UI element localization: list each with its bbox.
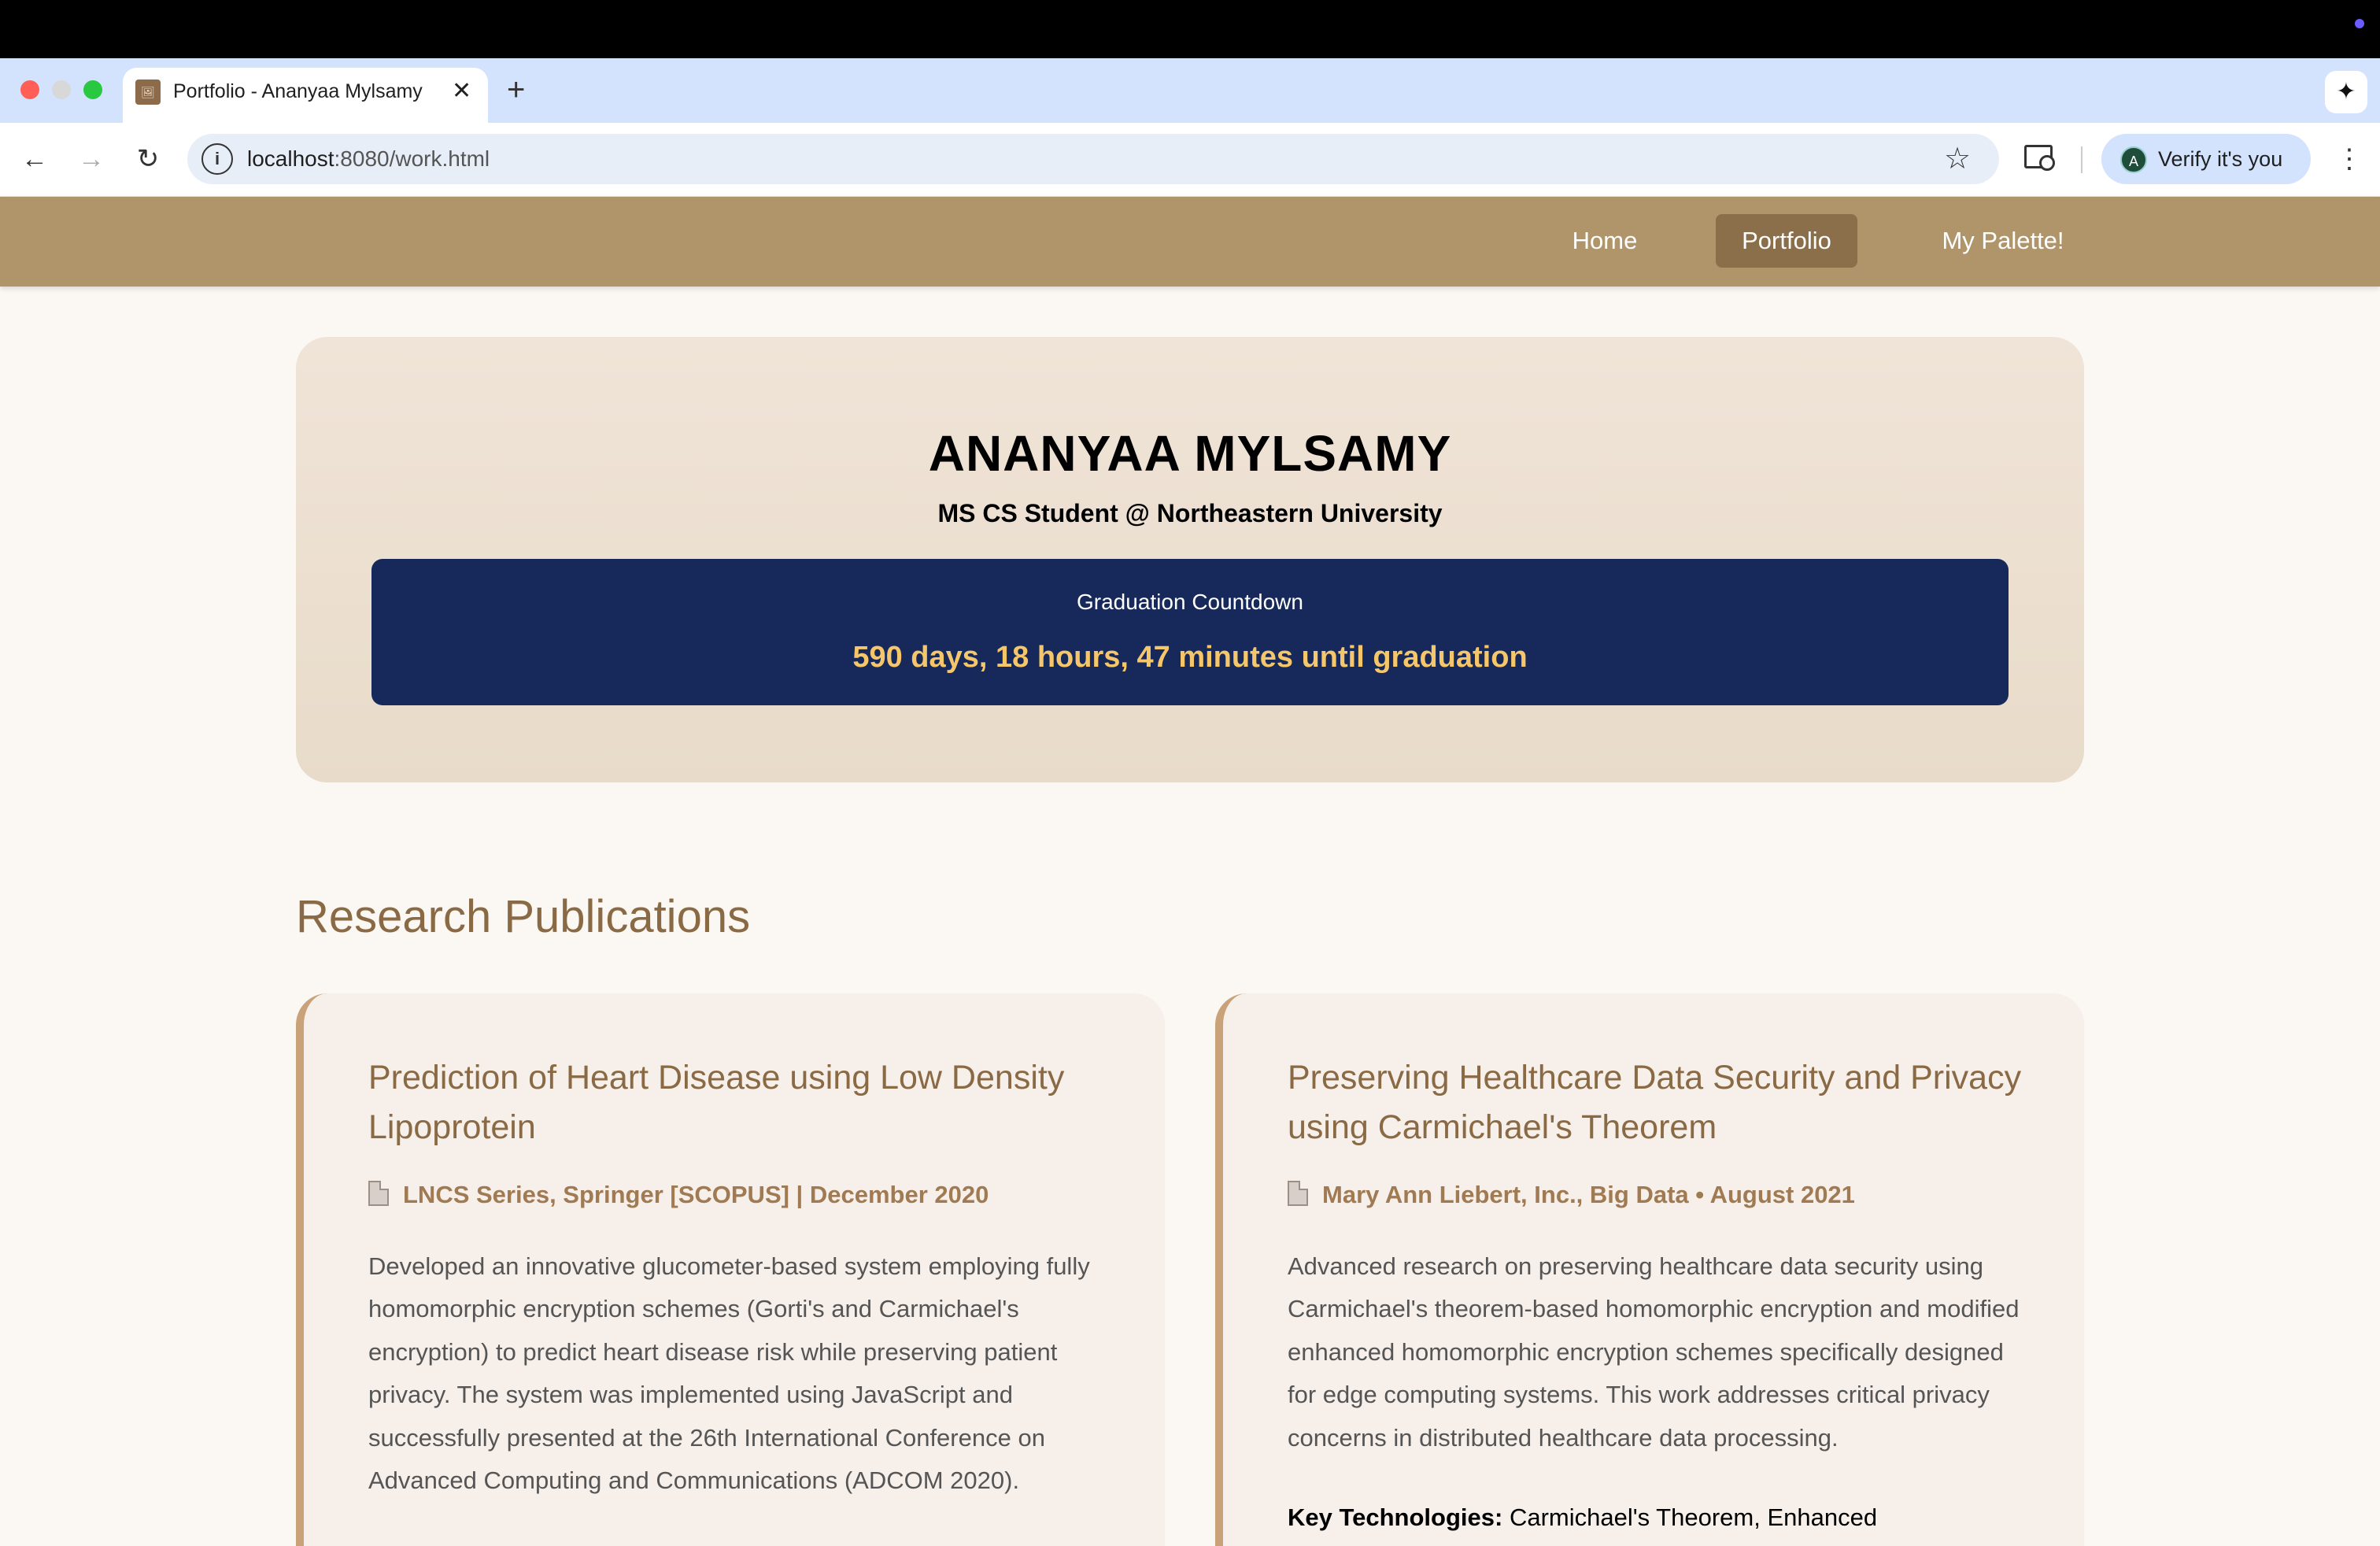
publication-description: Advanced research on preserving healthca… [1288, 1252, 2020, 1452]
search-tab-icon[interactable] [2024, 145, 2055, 171]
publication-meta-text: Mary Ann Liebert, Inc., Big Data • Augus… [1322, 1181, 1855, 1208]
document-icon [368, 1181, 389, 1206]
favicon-icon: 🖼 [135, 80, 161, 105]
sparkle-icon[interactable]: ✦ [2325, 71, 2367, 113]
publication-meta: Mary Ann Liebert, Inc., Big Data • Augus… [1288, 1179, 1855, 1211]
toolbar-divider [2081, 146, 2082, 173]
nav-link-my-palette[interactable]: My Palette! [1920, 214, 2086, 268]
verify-identity-label: Verify it's you [2158, 147, 2283, 171]
countdown-value: 590 days, 18 hours, 47 minutes until gra… [852, 641, 1528, 674]
hero-name: ANANYAA MYLSAMY [928, 425, 1452, 482]
new-tab-button[interactable]: + [507, 72, 525, 107]
publication-meta: LNCS Series, Springer [SCOPUS] | Decembe… [368, 1179, 989, 1211]
more-menu-icon[interactable]: ⋮ [2336, 140, 2363, 178]
site-info-icon[interactable]: i [201, 143, 233, 175]
url-host: localhost [247, 146, 334, 171]
document-icon [1288, 1181, 1308, 1206]
graduation-countdown-box [371, 559, 2009, 705]
window-maximize-button[interactable] [83, 80, 102, 99]
tab-title: Portfolio - Ananyaa Mylsamy [173, 80, 423, 102]
nav-link-portfolio[interactable]: Portfolio [1716, 214, 1857, 268]
reload-icon[interactable]: ↻ [129, 140, 167, 178]
key-technologies-value: Carmichael's Theorem, Enhanced [1509, 1503, 1878, 1531]
tab-close-icon[interactable]: ✕ [452, 77, 471, 105]
publication-title: Prediction of Heart Disease using Low De… [368, 1059, 1065, 1146]
key-technologies: Key Technologies: Carmichael's Theorem, … [1288, 1500, 2043, 1535]
status-dot-icon [2355, 19, 2364, 28]
bookmark-star-icon[interactable]: ☆ [1944, 140, 1971, 178]
section-title-publications: Research Publications [296, 891, 751, 942]
os-menu-bar [0, 0, 2380, 58]
publication-title: Preserving Healthcare Data Security and … [1288, 1059, 2022, 1146]
publication-description: Developed an innovative glucometer-based… [368, 1252, 1090, 1495]
key-technologies-label: Key Technologies: [1288, 1503, 1503, 1531]
hero-subtitle: MS CS Student @ Northeastern University [937, 499, 1443, 527]
nav-link-home[interactable]: Home [1547, 214, 1662, 268]
back-arrow-icon[interactable]: ← [16, 140, 54, 178]
url-path: :8080/work.html [334, 146, 490, 171]
publication-meta-text: LNCS Series, Springer [SCOPUS] | Decembe… [403, 1181, 989, 1208]
profile-avatar: A [2120, 146, 2147, 173]
window-close-button[interactable] [20, 80, 39, 99]
forward-arrow-icon[interactable]: → [72, 140, 110, 178]
countdown-label: Graduation Countdown [1077, 590, 1303, 614]
window-minimize-button[interactable] [52, 80, 71, 99]
url-text[interactable]: localhost:8080/work.html [247, 145, 490, 173]
